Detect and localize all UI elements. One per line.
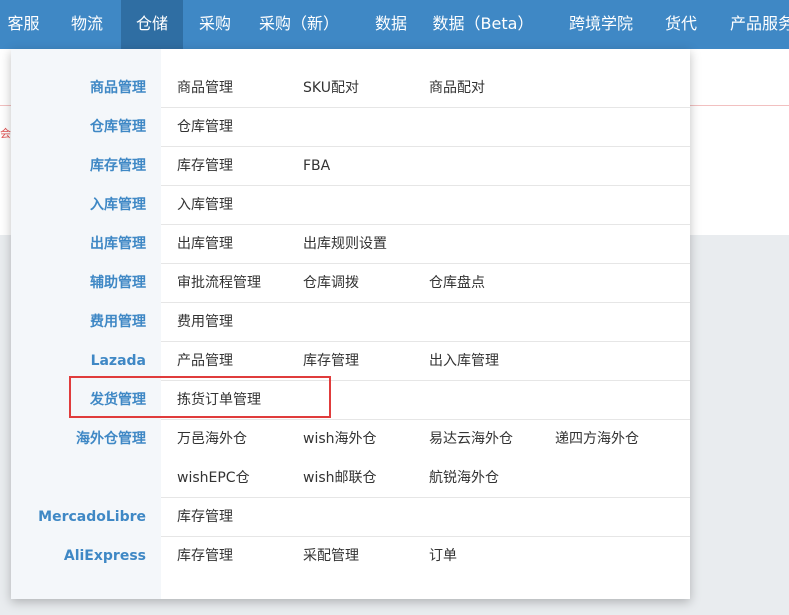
menu-item-wish-youlian[interactable]: wish邮联仓 <box>303 459 377 498</box>
menu-row-warehouse: 仓库管理 仓库管理 <box>11 108 690 147</box>
menu-item-warehouse-stocktake[interactable]: 仓库盘点 <box>429 264 485 303</box>
category-label: 出库管理 <box>90 236 146 252</box>
menu-row-overseas-2: wishEPC仓 wish邮联仓 航锐海外仓 <box>11 459 690 498</box>
nav-item-academy[interactable]: 跨境学院 <box>561 0 641 49</box>
category-label: 入库管理 <box>90 197 146 213</box>
menu-item-4px-overseas[interactable]: 递四方海外仓 <box>555 420 639 459</box>
warehouse-dropdown-menu: 商品管理 商品管理 SKU配对 商品配对 仓库管理 仓库管理 库存管理 库存管理… <box>11 49 690 599</box>
menu-item-aliexpress-allocation[interactable]: 采配管理 <box>303 537 359 576</box>
nav-item-purchase-new[interactable]: 采购（新） <box>253 0 345 49</box>
menu-item-yidayun-overseas[interactable]: 易达云海外仓 <box>429 420 513 459</box>
category-label: AliExpress <box>63 548 146 564</box>
category-label: 库存管理 <box>90 158 146 174</box>
category-label: 商品管理 <box>90 80 146 96</box>
menu-item-product-pairing[interactable]: 商品配对 <box>429 69 485 108</box>
menu-item-sku-pairing[interactable]: SKU配对 <box>303 69 359 108</box>
category-label: 辅助管理 <box>90 275 146 291</box>
menu-item-outbound-rules[interactable]: 出库规则设置 <box>303 225 387 264</box>
menu-item-product-management[interactable]: 商品管理 <box>177 69 233 108</box>
nav-item-logistics[interactable]: 物流 <box>58 0 116 49</box>
menu-row-inbound: 入库管理 入库管理 <box>11 186 690 225</box>
menu-row-product: 商品管理 商品管理 SKU配对 商品配对 <box>11 69 690 108</box>
menu-row-inventory: 库存管理 库存管理 FBA <box>11 147 690 186</box>
nav-item-purchase[interactable]: 采购 <box>186 0 244 49</box>
menu-row-outbound: 出库管理 出库管理 出库规则设置 <box>11 225 690 264</box>
category-label <box>11 459 146 498</box>
nav-item-product-service[interactable]: 产品服务 <box>722 0 789 49</box>
nav-item-freight[interactable]: 货代 <box>658 0 704 49</box>
menu-item-lazada-in-out[interactable]: 出入库管理 <box>429 342 499 381</box>
page-text-fragment: 会 <box>0 127 11 140</box>
top-nav-bar: 客服 物流 仓储 采购 采购（新） 数据 数据（Beta） 跨境学院 货代 产品… <box>0 0 789 49</box>
menu-item-aliexpress-inventory[interactable]: 库存管理 <box>177 537 233 576</box>
menu-row-aliexpress: AliExpress 库存管理 采配管理 订单 <box>11 537 690 576</box>
category-label: 费用管理 <box>90 314 146 330</box>
menu-item-approval-flow[interactable]: 审批流程管理 <box>177 264 261 303</box>
nav-item-warehouse[interactable]: 仓储 <box>121 0 183 49</box>
menu-row-overseas: 海外仓管理 万邑海外仓 wish海外仓 易达云海外仓 递四方海外仓 <box>11 420 690 459</box>
category-label: 海外仓管理 <box>76 431 146 447</box>
menu-item-wish-epc[interactable]: wishEPC仓 <box>177 459 250 498</box>
menu-item-mercadolibre-inventory[interactable]: 库存管理 <box>177 498 233 537</box>
highlight-box <box>69 376 331 418</box>
nav-item-customer-service[interactable]: 客服 <box>0 0 47 49</box>
menu-item-wanyi-overseas[interactable]: 万邑海外仓 <box>177 420 247 459</box>
nav-item-data-beta[interactable]: 数据（Beta） <box>432 0 534 49</box>
menu-row-mercadolibre: MercadoLibre 库存管理 <box>11 498 690 537</box>
category-label: MercadoLibre <box>38 509 146 525</box>
menu-item-aliexpress-orders[interactable]: 订单 <box>429 537 457 576</box>
menu-item-inbound-management[interactable]: 入库管理 <box>177 186 233 225</box>
menu-row-auxiliary: 辅助管理 审批流程管理 仓库调拨 仓库盘点 <box>11 264 690 303</box>
menu-item-inventory-management[interactable]: 库存管理 <box>177 147 233 186</box>
menu-item-fee-management[interactable]: 费用管理 <box>177 303 233 342</box>
nav-item-data[interactable]: 数据 <box>364 0 418 49</box>
menu-item-outbound-management[interactable]: 出库管理 <box>177 225 233 264</box>
menu-item-warehouse-management[interactable]: 仓库管理 <box>177 108 233 147</box>
menu-item-wish-overseas[interactable]: wish海外仓 <box>303 420 377 459</box>
category-label: 仓库管理 <box>90 119 146 135</box>
menu-item-hangrui-overseas[interactable]: 航锐海外仓 <box>429 459 499 498</box>
menu-item-fba[interactable]: FBA <box>303 147 330 186</box>
menu-row-fees: 费用管理 费用管理 <box>11 303 690 342</box>
menu-item-warehouse-transfer[interactable]: 仓库调拨 <box>303 264 359 303</box>
